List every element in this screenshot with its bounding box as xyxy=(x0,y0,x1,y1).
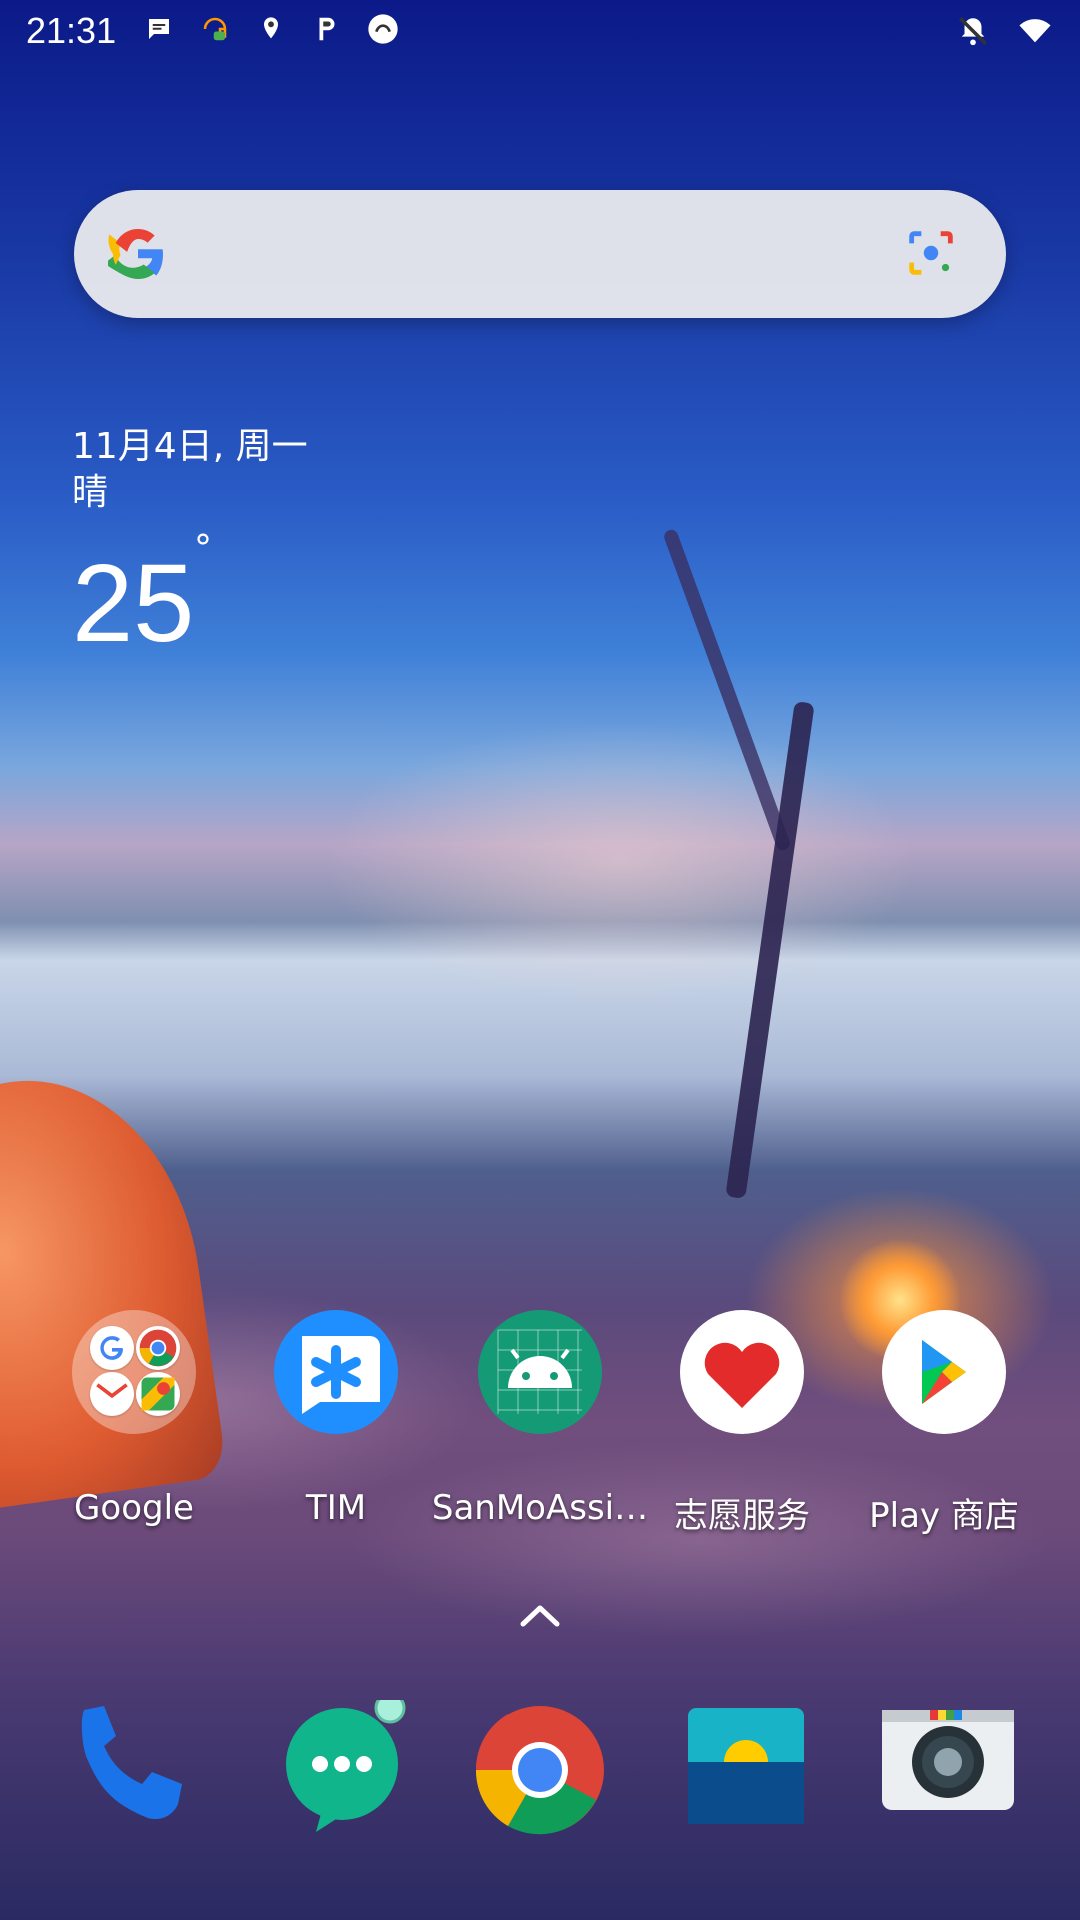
dock-phone[interactable] xyxy=(64,1700,204,1840)
app-google-folder[interactable]: Google xyxy=(34,1310,234,1530)
parking-p-icon xyxy=(310,12,344,46)
weather-condition: 晴 xyxy=(72,472,109,513)
date-weather-widget[interactable]: 11月4日, 周一 晴 xyxy=(72,424,308,516)
app-label: TIM xyxy=(305,1488,367,1528)
status-time: 21:31 xyxy=(26,10,117,51)
app-label: 志愿服务 xyxy=(674,1496,810,1536)
messages-icon xyxy=(286,1692,406,1832)
dock-gallery[interactable] xyxy=(676,1700,816,1840)
ca-badge-icon xyxy=(366,12,400,46)
dock-messages[interactable] xyxy=(272,1692,412,1840)
chat-bubble-icon xyxy=(142,12,176,46)
app-tim[interactable]: TIM xyxy=(236,1310,436,1530)
phone-icon xyxy=(81,1706,182,1820)
google-lens-icon[interactable] xyxy=(902,224,960,282)
status-icons-right xyxy=(954,14,1054,48)
google-mini-icon xyxy=(90,1326,134,1370)
apps-row: Google TIM SanMoAssi… 志愿服务 Play 商店 xyxy=(0,1310,1080,1536)
gallery-icon xyxy=(688,1708,804,1824)
maps-mini-icon xyxy=(136,1372,180,1416)
temperature: 25 xyxy=(72,542,195,665)
wifi-icon xyxy=(1019,19,1051,43)
google-folder-icon xyxy=(72,1310,196,1434)
app-label: Play 商店 xyxy=(869,1496,1019,1536)
bell-muted-icon xyxy=(958,16,988,46)
google-search-bar[interactable] xyxy=(74,190,1006,318)
chrome-icon xyxy=(475,1706,604,1835)
location-pin-icon xyxy=(254,12,288,46)
app-volunteer-service[interactable]: 志愿服务 xyxy=(642,1310,842,1536)
chrome-mini-icon xyxy=(136,1326,180,1370)
chevron-up-icon[interactable] xyxy=(519,1602,561,1628)
date-text: 11月4日, 周一 xyxy=(72,426,308,467)
app-label: SanMoAssi… xyxy=(431,1488,649,1528)
heart-icon xyxy=(680,1310,804,1434)
assistant-headset-icon xyxy=(198,12,232,46)
dock-camera[interactable] xyxy=(878,1700,1018,1840)
gmail-mini-icon xyxy=(90,1372,134,1416)
app-play-store[interactable]: Play 商店 xyxy=(844,1310,1044,1536)
google-g-icon xyxy=(108,229,163,279)
app-label: Google xyxy=(74,1488,194,1528)
tim-icon xyxy=(274,1310,398,1434)
android-icon xyxy=(478,1310,602,1434)
dock-chrome[interactable] xyxy=(470,1700,610,1840)
degree-symbol: ° xyxy=(194,528,212,569)
app-sanmoassi[interactable]: SanMoAssi… xyxy=(432,1310,648,1530)
status-bar: 21:31 xyxy=(0,0,1080,64)
status-icons-left xyxy=(142,12,400,46)
play-store-icon xyxy=(882,1310,1006,1434)
camera-icon xyxy=(882,1710,1014,1810)
dock xyxy=(0,1692,1080,1840)
